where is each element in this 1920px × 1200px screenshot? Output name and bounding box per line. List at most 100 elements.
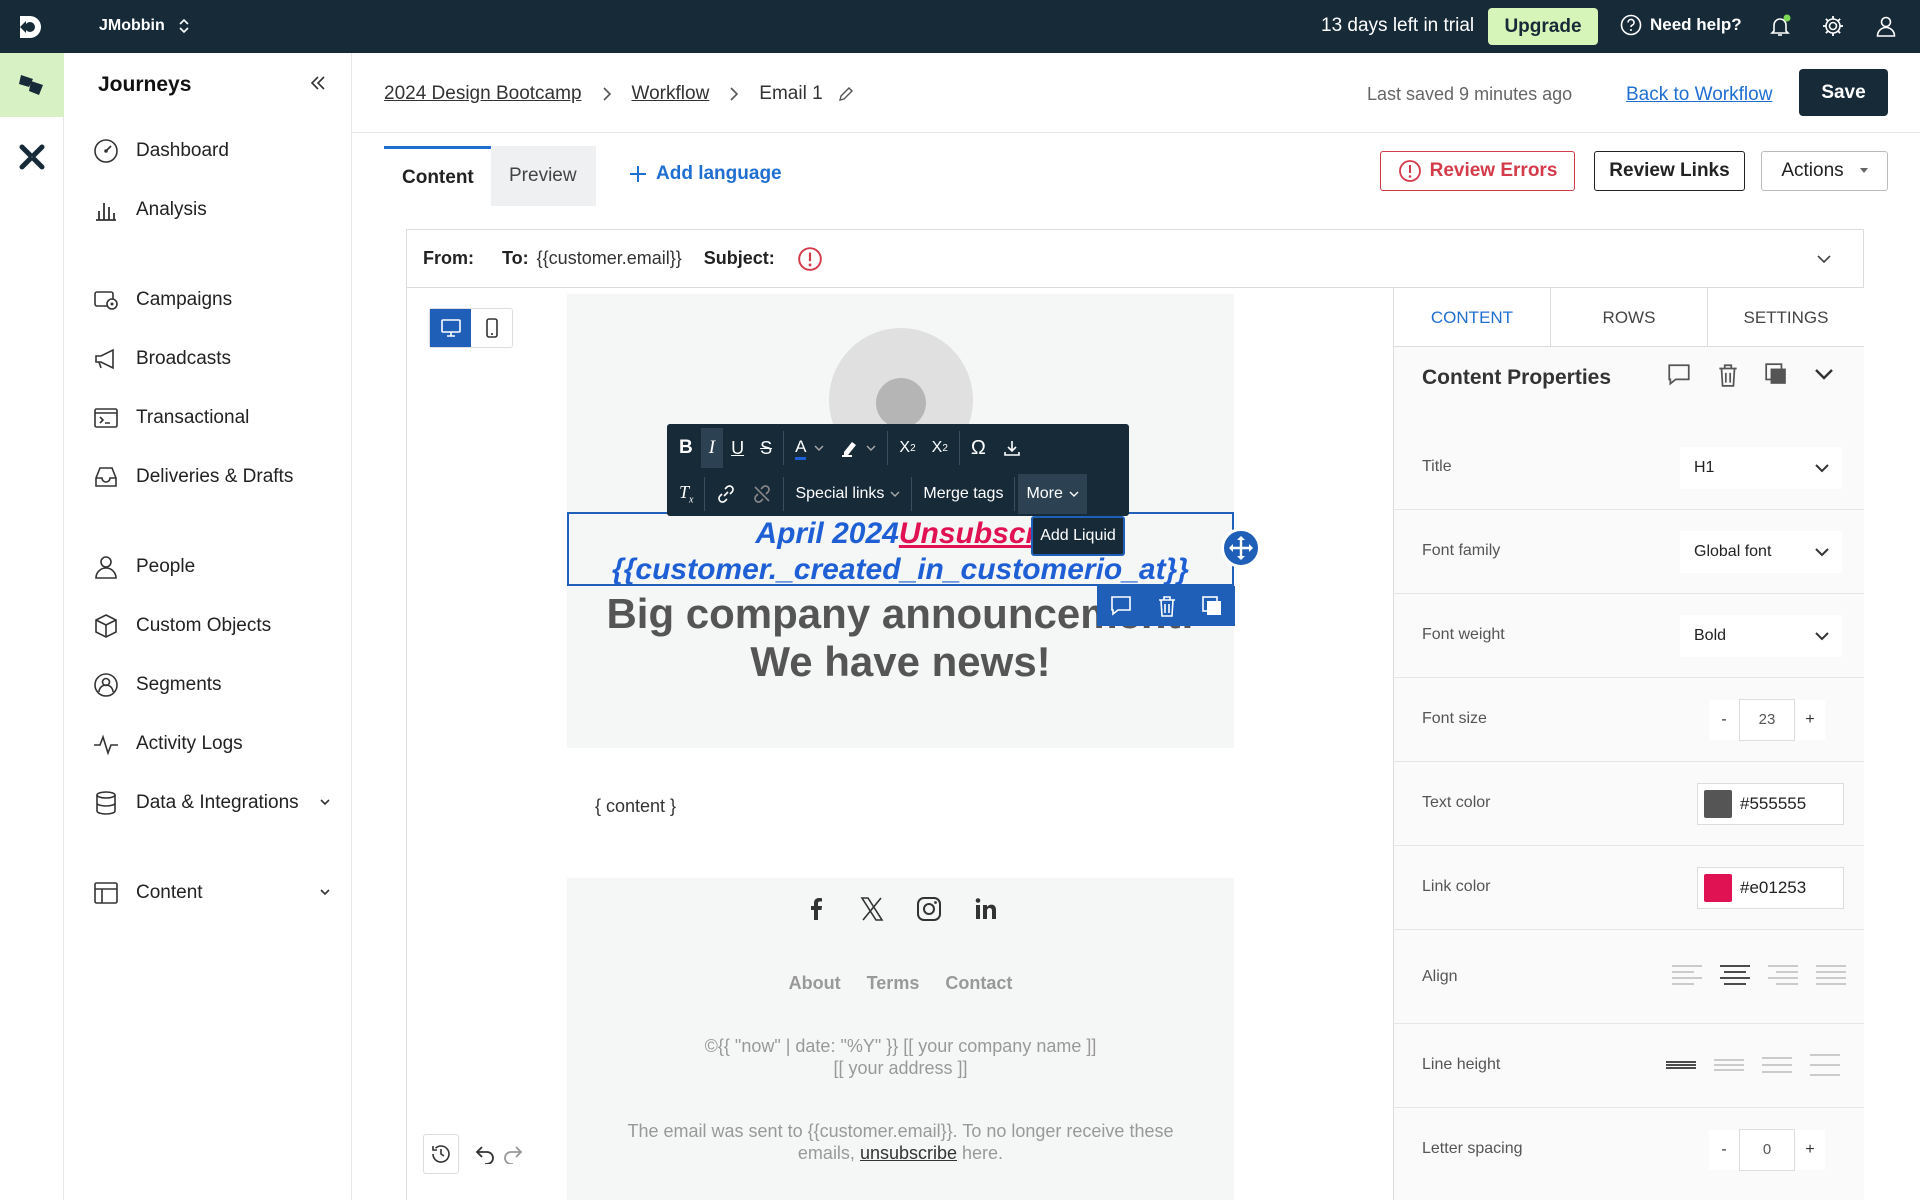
review-errors-button[interactable]: Review Errors — [1380, 151, 1575, 191]
actions-dropdown[interactable]: Actions — [1761, 151, 1888, 191]
link-color-picker[interactable]: #e01253 — [1697, 867, 1844, 909]
comment-icon[interactable] — [1666, 362, 1692, 388]
align-justify-icon[interactable] — [1814, 962, 1848, 988]
notifications-icon[interactable] — [1768, 14, 1792, 38]
sidebar-item-deliveries[interactable]: Deliveries & Drafts — [92, 459, 332, 495]
sidebar-item-dashboard[interactable]: Dashboard — [92, 133, 332, 169]
superscript-icon[interactable]: X2 — [891, 428, 923, 468]
italic-icon[interactable]: I — [700, 428, 724, 468]
special-char-icon[interactable]: Ω — [963, 428, 994, 468]
align-center-icon[interactable] — [1718, 962, 1752, 988]
sidebar-item-custom-objects[interactable]: Custom Objects — [92, 608, 332, 644]
duplicate-icon[interactable] — [1764, 362, 1788, 386]
upgrade-button[interactable]: Upgrade — [1488, 8, 1598, 45]
text-color-picker[interactable]: #555555 — [1697, 783, 1844, 825]
sidebar-item-broadcasts[interactable]: Broadcasts — [92, 341, 332, 377]
increase-button[interactable]: + — [1795, 700, 1825, 740]
delete-icon[interactable] — [1156, 594, 1178, 618]
breadcrumb-workflow-link[interactable]: Workflow — [632, 83, 710, 105]
save-button[interactable]: Save — [1799, 69, 1888, 116]
align-left-icon[interactable] — [1670, 962, 1704, 988]
headline-unsubscribe-link[interactable]: Unsubscri — [899, 517, 1046, 550]
more-dropdown[interactable]: More — [1018, 474, 1087, 514]
panel-tab-content[interactable]: CONTENT — [1394, 288, 1551, 346]
sidebar-item-people[interactable]: People — [92, 549, 332, 585]
journeys-app-icon[interactable] — [0, 53, 64, 117]
design-studio-icon[interactable] — [0, 129, 64, 185]
font-family-select[interactable]: Global font — [1680, 531, 1842, 573]
align-right-icon[interactable] — [1766, 962, 1800, 988]
line-height-relaxed-icon[interactable] — [1760, 1052, 1794, 1078]
subject-label[interactable]: Subject: — [704, 248, 775, 269]
footer-link-about[interactable]: About — [789, 973, 841, 994]
unlink-icon[interactable] — [744, 474, 780, 514]
line-height-normal-icon[interactable] — [1712, 1052, 1746, 1078]
workspace-name[interactable]: JMobbin — [99, 17, 165, 35]
content-block[interactable]: { content } — [567, 748, 1234, 878]
line-height-loose-icon[interactable] — [1808, 1052, 1842, 1078]
clear-format-icon[interactable]: Tx — [671, 474, 701, 514]
font-size-input[interactable]: 23 — [1739, 699, 1795, 741]
edit-pencil-icon[interactable] — [837, 85, 855, 103]
add-language-button[interactable]: Add language — [628, 163, 782, 185]
highlight-icon[interactable] — [832, 428, 884, 468]
to-value[interactable]: {{customer.email}} — [537, 248, 682, 269]
text-color-icon[interactable]: A — [787, 428, 832, 468]
instagram-icon[interactable] — [916, 896, 942, 922]
increase-button[interactable]: + — [1795, 1130, 1825, 1170]
text-color-swatch[interactable] — [1704, 790, 1732, 818]
footer-link-terms[interactable]: Terms — [867, 973, 920, 994]
linkedin-icon[interactable] — [974, 896, 998, 922]
delete-icon[interactable] — [1716, 362, 1740, 388]
tab-content[interactable]: Content — [384, 146, 491, 206]
merge-tags-button[interactable]: Merge tags — [915, 474, 1011, 514]
special-links-dropdown[interactable]: Special links — [787, 474, 908, 514]
workspace-switch-icon[interactable] — [178, 16, 190, 36]
duplicate-icon[interactable] — [1201, 595, 1223, 617]
title-select[interactable]: H1 — [1680, 447, 1842, 489]
expand-header-icon[interactable] — [1815, 250, 1833, 268]
review-links-button[interactable]: Review Links — [1594, 151, 1745, 191]
subscript-icon[interactable]: X2 — [924, 428, 956, 468]
sidebar-item-campaigns[interactable]: Campaigns — [92, 282, 332, 318]
footer-link-contact[interactable]: Contact — [945, 973, 1012, 994]
tab-preview[interactable]: Preview — [491, 146, 596, 206]
add-liquid-button[interactable]: Add Liquid — [1031, 516, 1125, 556]
breadcrumb-campaign-link[interactable]: 2024 Design Bootcamp — [384, 83, 582, 105]
decrease-button[interactable]: - — [1709, 1130, 1739, 1170]
insert-icon[interactable] — [994, 428, 1030, 468]
app-logo-icon[interactable] — [18, 14, 46, 40]
sidebar-item-transactional[interactable]: Transactional — [92, 400, 332, 436]
facebook-icon[interactable] — [804, 896, 828, 922]
strikethrough-icon[interactable]: S — [752, 428, 780, 468]
panel-tab-settings[interactable]: SETTINGS — [1708, 288, 1864, 346]
underline-icon[interactable]: U — [723, 428, 752, 468]
letter-spacing-input[interactable]: 0 — [1739, 1129, 1795, 1171]
line-height-tight-icon[interactable] — [1664, 1052, 1698, 1078]
from-label[interactable]: From: — [423, 248, 474, 269]
back-to-workflow-link[interactable]: Back to Workflow — [1626, 84, 1772, 106]
desktop-view-icon[interactable] — [430, 309, 471, 347]
collapse-sidebar-icon[interactable] — [308, 73, 328, 93]
comment-icon[interactable] — [1109, 594, 1133, 618]
font-weight-select[interactable]: Bold — [1680, 615, 1842, 657]
settings-gear-icon[interactable] — [1821, 14, 1845, 38]
chevron-down-icon[interactable] — [1812, 362, 1836, 386]
sidebar-item-data-integrations[interactable]: Data & Integrations — [92, 785, 332, 821]
mobile-view-icon[interactable] — [471, 309, 512, 347]
bold-icon[interactable]: B — [671, 428, 701, 468]
redo-icon[interactable] — [495, 1134, 531, 1174]
copyright-text[interactable]: ©{{ "now" | date: "%Y" }} [[ your compan… — [567, 1035, 1234, 1079]
sidebar-item-segments[interactable]: Segments — [92, 667, 332, 703]
user-account-icon[interactable] — [1874, 14, 1898, 38]
link-color-swatch[interactable] — [1704, 874, 1732, 902]
unsubscribe-link[interactable]: unsubscribe — [860, 1143, 957, 1163]
history-icon[interactable] — [423, 1134, 459, 1174]
legal-text[interactable]: The email was sent to {{customer.email}}… — [607, 1120, 1194, 1164]
headline-text-block[interactable]: April 2024Unsubscri {{customer._created_… — [567, 512, 1234, 586]
panel-tab-rows[interactable]: ROWS — [1551, 288, 1708, 346]
decrease-button[interactable]: - — [1709, 700, 1739, 740]
help-button[interactable]: Need help? — [1620, 14, 1742, 36]
link-icon[interactable] — [708, 474, 744, 514]
sidebar-item-analysis[interactable]: Analysis — [92, 192, 332, 228]
